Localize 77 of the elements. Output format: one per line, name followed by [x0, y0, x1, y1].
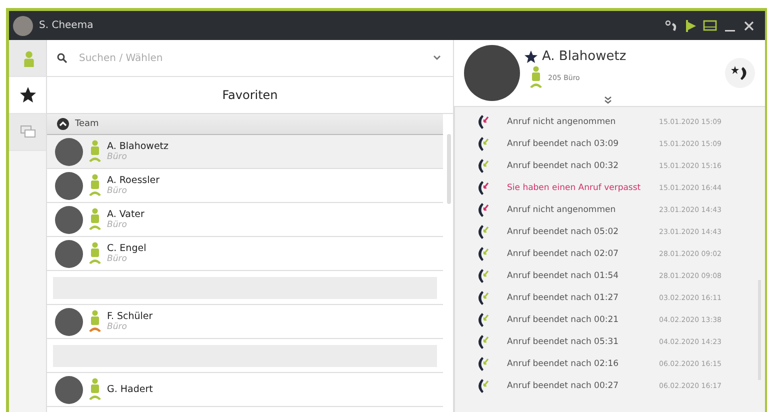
star-icon[interactable] — [524, 50, 538, 64]
call-ended-icon — [477, 224, 489, 240]
call-description: Anruf beendet nach 01:27 — [507, 293, 620, 303]
call-ended-icon — [477, 312, 489, 328]
call-description: Anruf beendet nach 01:54 — [507, 271, 620, 281]
call-description: Sie haben einen Anruf verpasst — [507, 183, 642, 193]
avatar — [55, 172, 83, 200]
contact-row[interactable]: F. Schüler Büro — [47, 305, 443, 339]
phone-key-icon[interactable] — [665, 20, 679, 32]
call-description: Anruf beendet nach 05:31 — [507, 337, 620, 347]
call-description: Anruf beendet nach 00:32 — [507, 161, 620, 171]
person-icon — [90, 310, 100, 325]
scrollbar[interactable] — [447, 134, 451, 204]
avatar — [55, 308, 83, 336]
contact-name: A. Vater — [107, 209, 144, 220]
call-ended-icon — [477, 268, 489, 284]
call-description: Anruf beendet nach 00:27 — [507, 381, 620, 391]
contact-location: Büro — [107, 254, 128, 264]
chevron-down-icon[interactable] — [433, 55, 441, 61]
call-description: Anruf nicht angenommen — [507, 205, 617, 215]
contact-name: C. Engel — [107, 243, 146, 254]
person-icon — [531, 66, 541, 81]
call-ended-icon — [477, 158, 489, 174]
call-description: Anruf beendet nach 02:07 — [507, 249, 620, 259]
star-icon — [18, 86, 36, 104]
window-icon[interactable] — [703, 20, 717, 32]
phone-icon — [529, 81, 543, 89]
call-missed-icon — [477, 114, 489, 130]
call-ended-icon — [477, 246, 489, 262]
contact-location: Büro — [107, 186, 128, 196]
close-icon[interactable] — [743, 20, 755, 32]
person-icon — [90, 378, 100, 393]
contact-row[interactable]: G. Hadert — [47, 373, 443, 407]
contact-name: A. Blahowetz — [542, 49, 626, 64]
avatar — [55, 206, 83, 234]
group-label: Team — [75, 119, 99, 129]
call-description: Anruf beendet nach 03:09 — [507, 139, 620, 149]
call-button[interactable] — [725, 58, 755, 88]
contact-row[interactable]: C. Engel Büro — [47, 237, 443, 271]
call-ended-icon — [477, 290, 489, 306]
avatar — [55, 138, 83, 166]
avatar — [13, 16, 33, 36]
contact-name: A. Roessler — [107, 175, 160, 186]
call-description: Anruf beendet nach 05:02 — [507, 227, 620, 237]
group-header[interactable]: Team — [47, 114, 443, 135]
contact-name: F. Schüler — [107, 311, 153, 322]
person-icon — [90, 174, 100, 189]
contact-row[interactable]: A. Roessler Büro — [47, 169, 443, 203]
contact-name: A. Blahowetz — [107, 141, 169, 152]
person-icon — [90, 140, 100, 155]
call-ended-icon — [477, 378, 489, 394]
search-icon — [57, 53, 67, 63]
call-description: Anruf beendet nach 02:16 — [507, 359, 620, 369]
flag-icon[interactable] — [686, 20, 696, 32]
contact-location: Büro — [107, 152, 128, 162]
avatar — [55, 376, 83, 404]
call-ended-icon — [477, 334, 489, 350]
call-description: Anruf nicht angenommen — [507, 117, 617, 127]
avatar — [55, 240, 83, 268]
call-missed-icon — [477, 180, 489, 196]
search-field[interactable]: Suchen / Wählen — [77, 52, 423, 64]
call-missed-icon — [477, 202, 489, 218]
call-ended-icon — [477, 356, 489, 372]
nav-tab[interactable] — [9, 77, 46, 114]
user-name: S. Cheema — [39, 20, 94, 31]
contact-location: Büro — [107, 220, 128, 230]
chevron-down-icon[interactable] — [604, 96, 612, 104]
star-phone-icon — [731, 65, 749, 81]
collapse-icon[interactable] — [57, 118, 69, 130]
contact-name: G. Hadert — [107, 384, 153, 395]
call-description: Anruf beendet nach 00:21 — [507, 315, 620, 325]
person-icon — [90, 208, 100, 223]
contact-location: Büro — [107, 322, 128, 332]
contact-row[interactable]: A. Vater Büro — [47, 203, 443, 237]
contact-row[interactable]: A. Blahowetz Büro — [47, 135, 443, 169]
call-ended-icon — [477, 136, 489, 152]
person-icon — [90, 242, 100, 257]
